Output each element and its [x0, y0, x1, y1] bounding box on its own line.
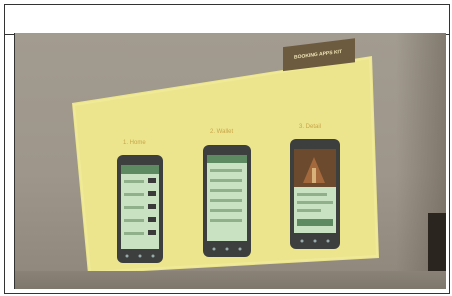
projected-slide: BOOKING APPS KIT 1. Home 2. Wallet 3. De… [72, 38, 379, 274]
slide-label-1: 1. Home [123, 140, 146, 146]
floor-strip [15, 271, 446, 289]
phone-mockup-1 [117, 155, 163, 263]
phone-mockup-3 [290, 139, 340, 249]
projector-photo: BOOKING APPS KIT 1. Home 2. Wallet 3. De… [14, 33, 446, 289]
frame-header [5, 5, 449, 35]
slide-label-2: 2. Wallet [210, 129, 233, 135]
slide-label-3: 3. Detail [299, 124, 321, 130]
phone-mockup-2 [203, 145, 251, 257]
